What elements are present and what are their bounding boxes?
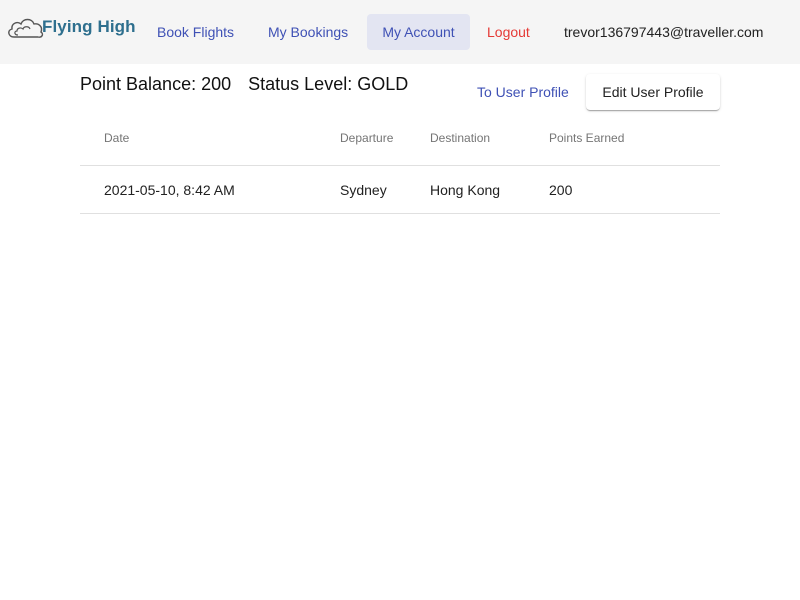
edit-user-profile-button[interactable]: Edit User Profile bbox=[586, 74, 720, 110]
table-row: 2021-05-10, 8:42 AM Sydney Hong Kong 200 bbox=[80, 166, 720, 214]
column-header-date: Date bbox=[104, 131, 130, 145]
logo-text: Flying High bbox=[42, 17, 136, 36]
column-header-points-earned: Points Earned bbox=[549, 131, 625, 145]
cell-destination: Hong Kong bbox=[430, 182, 501, 198]
account-summary: Point Balance: 200 Status Level: GOLD bbox=[80, 74, 420, 95]
app-logo[interactable]: Flying High bbox=[6, 10, 136, 42]
user-email: trevor136797443@traveller.com bbox=[564, 24, 764, 40]
column-header-departure: Departure bbox=[340, 131, 394, 145]
status-level: Status Level: GOLD bbox=[248, 74, 409, 94]
column-header-destination: Destination bbox=[430, 131, 491, 145]
top-navbar: Flying High Book Flights My Bookings My … bbox=[0, 0, 800, 64]
points-table: Date Departure Destination Points Earned… bbox=[80, 110, 720, 214]
nav-logout[interactable]: Logout bbox=[473, 14, 544, 50]
table-header-row: Date Departure Destination Points Earned bbox=[80, 110, 720, 166]
nav-book-flights[interactable]: Book Flights bbox=[143, 14, 248, 50]
point-balance: Point Balance: 200 bbox=[80, 74, 232, 94]
cell-departure: Sydney bbox=[340, 182, 387, 198]
cloud-icon bbox=[8, 18, 44, 38]
cell-points-earned: 200 bbox=[549, 182, 573, 198]
to-user-profile-button[interactable]: To User Profile bbox=[466, 76, 580, 108]
nav-my-account[interactable]: My Account bbox=[367, 14, 470, 50]
cell-date: 2021-05-10, 8:42 AM bbox=[104, 182, 235, 198]
nav-my-bookings[interactable]: My Bookings bbox=[254, 14, 362, 50]
